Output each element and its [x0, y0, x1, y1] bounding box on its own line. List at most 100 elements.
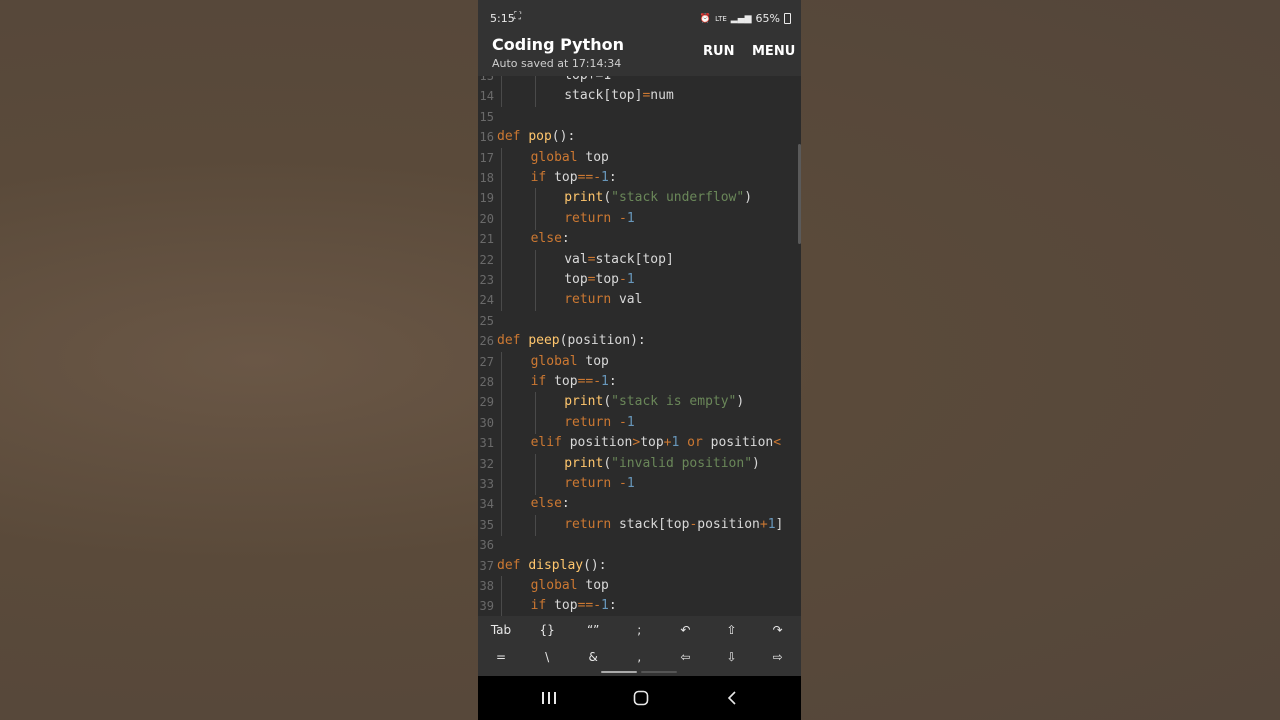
back-button[interactable] [712, 686, 752, 710]
code-text: print("stack underflow") [564, 190, 753, 206]
code-line[interactable]: 37 def display(): [478, 556, 801, 576]
indent-guide [501, 576, 502, 597]
code-line[interactable]: 32 print("invalid position") [478, 453, 801, 475]
line-number: 36 [479, 538, 494, 553]
line-number: 38 [479, 579, 494, 593]
code-text: def display(): [497, 557, 607, 573]
code-text: print("invalid position") [564, 455, 760, 471]
line-number: 31 [479, 436, 494, 451]
code-line[interactable]: 34 else: [478, 494, 801, 516]
braces-key[interactable]: {} [524, 623, 570, 637]
indent-guide [534, 76, 536, 87]
indent-guide [534, 474, 536, 495]
network-label: LTE [715, 14, 727, 23]
code-line[interactable]: 36 [478, 535, 801, 555]
code-text: return stack[top-position+1] [564, 516, 784, 532]
code-line[interactable]: 39 if top==-1: [478, 596, 801, 616]
undo-key[interactable]: ↶ [662, 623, 708, 637]
code-line[interactable]: 13 top+=1 [478, 76, 801, 87]
line-number: 15 [479, 109, 494, 124]
indent-guide [501, 188, 502, 210]
indent-guide [501, 372, 502, 393]
shift-key[interactable]: ⇧ [709, 623, 755, 637]
indent-guide [501, 290, 502, 312]
notification-icons: ⛶ [514, 11, 521, 22]
code-line[interactable]: 16 def pop(): [478, 127, 801, 147]
code-line[interactable]: 29 print("stack is empty") [478, 392, 801, 414]
recent-apps-button[interactable] [529, 686, 569, 710]
quotes-key[interactable]: “” [570, 623, 616, 637]
indent-guide [534, 453, 536, 475]
code-line[interactable]: 28 if top==-1: [478, 372, 801, 393]
indent-guide [501, 433, 502, 455]
comma-key[interactable]: , [616, 650, 662, 664]
line-number: 20 [479, 211, 494, 226]
indent-guide [501, 229, 502, 251]
code-line[interactable]: 25 [478, 311, 801, 331]
status-bar: 5:15 ⛶ ⏰ LTE ▂▄▆ 65% [478, 0, 801, 34]
code-line[interactable]: 20 return -1 [478, 208, 801, 230]
indent-guide [534, 514, 536, 536]
home-icon [633, 690, 649, 706]
redo-key[interactable]: ↷ [755, 623, 801, 637]
code-line[interactable]: 30 return -1 [478, 412, 801, 434]
menu-button[interactable]: MENU [752, 44, 795, 59]
code-text: global top [530, 353, 609, 369]
indent-guide [501, 270, 502, 291]
code-line[interactable]: 18 if top==-1: [478, 168, 801, 189]
indent-guide [534, 270, 536, 291]
code-line[interactable]: 17 global top [478, 147, 801, 169]
code-editor[interactable]: 13top+=114stack[top]=num1516def pop():17… [478, 76, 801, 616]
code-line[interactable]: 21 else: [478, 229, 801, 251]
line-number: 19 [479, 191, 494, 206]
line-number: 17 [479, 150, 494, 165]
code-text: else: [530, 231, 570, 247]
phone-screen: 5:15 ⛶ ⏰ LTE ▂▄▆ 65% Coding Python Auto … [478, 0, 801, 720]
code-line[interactable]: 19 print("stack underflow") [478, 188, 801, 210]
indent-guide [534, 290, 536, 312]
code-line[interactable]: 24 return val [478, 290, 801, 312]
code-text: print("stack is empty") [564, 394, 745, 410]
extra-keys-bar: Tab{} “”; ↶ ⇧ ↷ = \ &, ⇦ ⇩ ⇨ [478, 616, 801, 676]
code-text: top+=1 [564, 76, 611, 86]
run-button[interactable]: RUN [703, 44, 734, 59]
page-indicator [641, 671, 677, 673]
code-text: else: [530, 496, 570, 512]
home-button[interactable] [621, 686, 661, 710]
code-line[interactable]: 38 global top [478, 576, 801, 597]
right-arrow-key[interactable]: ⇨ [755, 650, 801, 664]
code-line[interactable]: 23 top=top-1 [478, 270, 801, 291]
tab-key[interactable]: Tab [478, 623, 524, 637]
code-line[interactable]: 31 elif position>top+1 or position< [478, 433, 801, 455]
line-number: 35 [479, 517, 494, 532]
code-line[interactable]: 15 [478, 107, 801, 127]
indent-guide [501, 514, 502, 536]
line-number: 13 [479, 76, 494, 83]
indent-guide [534, 188, 536, 210]
system-nav-bar [478, 676, 801, 720]
equals-key[interactable]: = [478, 650, 524, 664]
indent-guide [501, 596, 502, 616]
line-number: 39 [479, 599, 494, 614]
down-arrow-key[interactable]: ⇩ [709, 650, 755, 664]
code-line[interactable]: 22 val=stack[top] [478, 249, 801, 271]
recent-apps-icon [542, 692, 556, 704]
code-line[interactable]: 35 return stack[top-position+1] [478, 514, 801, 536]
line-number: 34 [479, 497, 494, 512]
code-text: return -1 [564, 414, 635, 430]
ampersand-key[interactable]: & [570, 650, 616, 664]
backslash-key[interactable]: \ [524, 650, 570, 664]
autosave-status: Auto saved at 17:14:34 [492, 57, 622, 70]
code-text: return -1 [564, 476, 635, 491]
battery-icon [784, 13, 791, 24]
code-line[interactable]: 33 return -1 [478, 474, 801, 495]
page-indicator-active [601, 671, 637, 673]
indent-guide [501, 412, 502, 434]
line-number: 30 [479, 415, 494, 430]
code-line[interactable]: 26 def peep(position): [478, 331, 801, 351]
semicolon-key[interactable]: ; [616, 623, 662, 637]
indent-guide [501, 249, 502, 271]
code-line[interactable]: 27 global top [478, 351, 801, 373]
left-arrow-key[interactable]: ⇦ [662, 650, 708, 664]
code-line[interactable]: 14 stack[top]=num [478, 86, 801, 108]
